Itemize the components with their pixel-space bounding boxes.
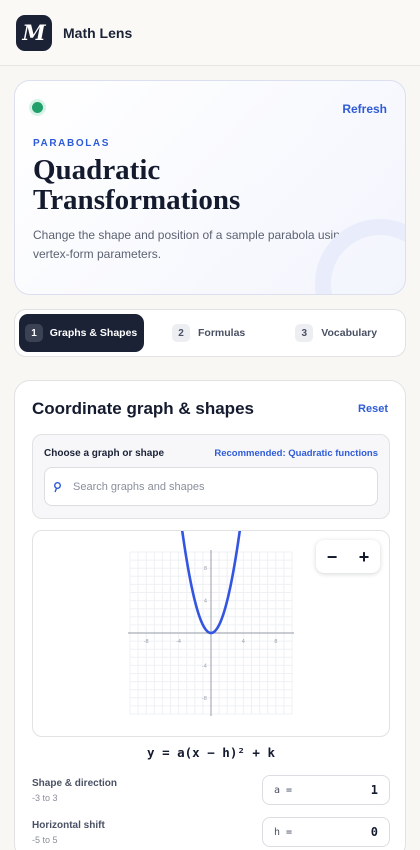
step-tabs: 1 Graphs & Shapes 2 Formulas 3 Vocabular… (14, 309, 406, 357)
y-tick-label: 8 (204, 566, 207, 572)
search-box[interactable] (44, 467, 378, 506)
zoom-in-button[interactable]: + (359, 548, 370, 566)
param-a-input[interactable]: a = 1 (262, 775, 390, 805)
app-name: Math Lens (63, 24, 133, 41)
y-tick-label: -4 (202, 663, 207, 669)
y-tick-label: -8 (202, 696, 207, 702)
zoom-out-button[interactable]: − (327, 548, 338, 566)
param-row-h: Horizontal shift -5 to 5 h = 0 (32, 817, 390, 850)
vertex-form-equation: y = a(x − h)² + k (147, 745, 275, 760)
param-value: 1 (370, 783, 378, 797)
param-h-input[interactable]: h = 0 (262, 817, 390, 847)
step-label: Formulas (198, 327, 246, 339)
status-dot-icon (32, 102, 43, 113)
card-title: Coordinate graph & shapes (32, 399, 254, 418)
search-icon (53, 481, 65, 493)
param-value: 0 (370, 825, 378, 839)
x-tick-label: 4 (242, 639, 245, 645)
reset-button[interactable]: Reset (358, 403, 388, 415)
x-tick-label: -8 (144, 639, 149, 645)
tab-graphs-shapes[interactable]: 1 Graphs & Shapes (19, 314, 144, 352)
param-range: -3 to 3 (32, 793, 58, 803)
page-title: Quadratic Transformations (33, 154, 241, 216)
step-label: Graphs & Shapes (49, 327, 138, 339)
search-input[interactable] (73, 480, 373, 493)
coordinate-graph[interactable]: -8 -4 4 8 8 4 -4 -8 − + (32, 530, 390, 737)
recommended-link[interactable]: Recommended: Quadratic functions (214, 448, 378, 459)
chooser-label: Choose a graph or shape (44, 448, 165, 459)
app-header: M Math Lens (0, 0, 420, 66)
param-variable: h = (274, 826, 293, 838)
tab-formulas[interactable]: 2 Formulas (172, 314, 245, 352)
topic-hero-card: Refresh PARABOLAS Quadratic Transformati… (14, 80, 406, 295)
step-number: 2 (172, 324, 190, 342)
step-label: Vocabulary (321, 327, 378, 339)
param-label: Shape & direction (32, 778, 118, 789)
step-number: 1 (25, 324, 43, 342)
zoom-controls: − + (316, 540, 380, 573)
graph-chooser: Choose a graph or shape Recommended: Qua… (32, 434, 390, 519)
x-tick-label: 8 (274, 639, 277, 645)
param-range: -5 to 5 (32, 835, 58, 845)
param-variable: a = (274, 784, 293, 796)
param-label: Horizontal shift (32, 820, 105, 831)
app-logo: M (16, 14, 52, 51)
tab-vocabulary[interactable]: 3 Vocabulary (295, 314, 377, 352)
graph-card: Coordinate graph & shapes Reset Choose a… (14, 380, 406, 850)
refresh-button[interactable]: Refresh (342, 102, 387, 116)
x-tick-label: -4 (176, 639, 181, 645)
topic-kicker: PARABOLAS (33, 138, 110, 149)
y-tick-label: 4 (204, 599, 207, 605)
param-row-a: Shape & direction -3 to 3 a = 1 (32, 775, 390, 809)
step-number: 3 (295, 324, 314, 342)
